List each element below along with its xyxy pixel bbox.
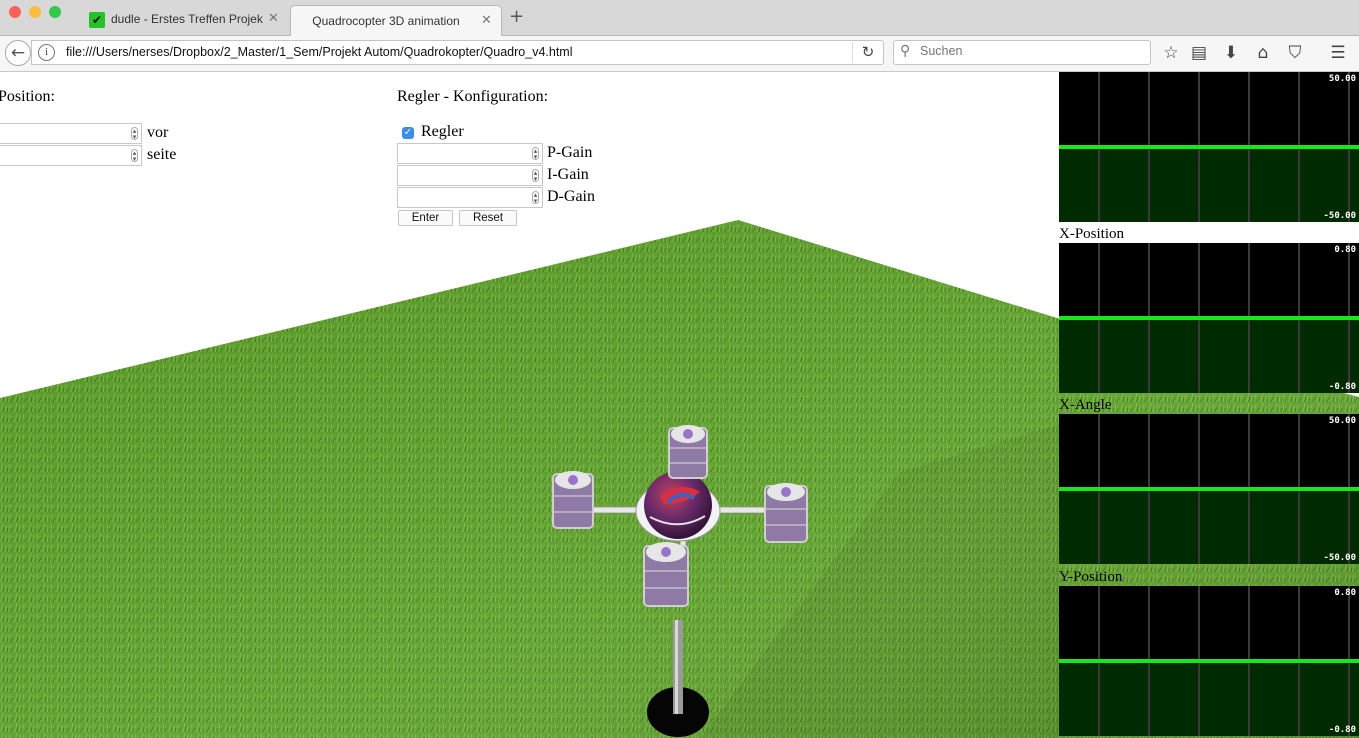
stepper-arrows-icon[interactable]: ▴ ▾ — [131, 127, 138, 141]
navigation-toolbar: ← i file:///Users/nerses/Dropbox/2_Maste… — [0, 36, 1359, 72]
graph-max-label: 0.80 — [1334, 245, 1356, 255]
d-gain-input[interactable]: ▴ ▾ — [397, 187, 543, 208]
close-window-button[interactable] — [9, 6, 21, 18]
tab-quadrocopter[interactable]: Quadrocopter 3D animation ✕ — [290, 5, 502, 37]
reading-list-icon[interactable]: ▤ — [1188, 42, 1210, 64]
graph-2: 0.80 -0.80 — [1059, 243, 1359, 393]
stepper-arrows-icon[interactable]: ▴ ▾ — [532, 147, 539, 161]
graph-1: 50.00 -50.00 — [1059, 72, 1359, 222]
home-icon[interactable]: ⌂ — [1252, 42, 1274, 64]
graph-plot — [1059, 586, 1359, 736]
url-bar[interactable]: i file:///Users/nerses/Dropbox/2_Master/… — [31, 40, 884, 65]
graph-4: 0.80 -0.80 — [1059, 586, 1359, 736]
position-seite-label: seite — [147, 146, 177, 163]
graph-plot — [1059, 414, 1359, 564]
tab-dudle[interactable]: ✔ dudle - Erstes Treffen Projekt ✕ — [80, 4, 285, 36]
stepper-arrows-icon[interactable]: ▴ ▾ — [532, 191, 539, 205]
controller-heading: Regler - Konfiguration: — [397, 88, 549, 105]
position-vor-label: vor — [147, 124, 169, 141]
graph-plot — [1059, 243, 1359, 393]
close-tab-icon[interactable]: ✕ — [481, 12, 492, 28]
enter-button[interactable]: Enter — [398, 210, 453, 226]
graph-min-label: -50.00 — [1323, 211, 1356, 221]
search-input[interactable] — [918, 43, 1142, 59]
bookmark-star-icon[interactable]: ☆ — [1160, 42, 1182, 64]
graph-caption: X-Position — [1059, 226, 1125, 242]
minimize-window-button[interactable] — [29, 6, 41, 18]
checkmark-favicon-icon: ✔ — [89, 12, 105, 28]
graph-fill — [1059, 489, 1359, 564]
i-gain-input[interactable]: ▴ ▾ — [397, 165, 543, 186]
graph-caption: Y-Position — [1059, 569, 1123, 585]
position-vor-input[interactable]: ▴ ▾ — [0, 123, 142, 144]
menu-icon[interactable]: ☰ — [1327, 42, 1349, 64]
position-heading: Position: — [0, 88, 55, 105]
back-arrow-icon[interactable]: ← — [5, 40, 31, 66]
regler-checkbox[interactable]: ✓ — [402, 127, 414, 139]
url-text[interactable]: file:///Users/nerses/Dropbox/2_Master/1_… — [66, 45, 572, 59]
graph-min-label: -50.00 — [1323, 553, 1356, 563]
regler-label: Regler — [421, 123, 464, 140]
graph-caption: X-Angle — [1059, 397, 1112, 413]
reset-button[interactable]: Reset — [459, 210, 517, 226]
tab-title: dudle - Erstes Treffen Projekt — [111, 12, 263, 26]
graph-max-label: 50.00 — [1328, 416, 1356, 426]
pocket-icon[interactable]: ⛉ — [1284, 42, 1306, 64]
graph-max-label: 50.00 — [1328, 74, 1356, 84]
close-tab-icon[interactable]: ✕ — [268, 10, 279, 26]
graph-fill — [1059, 318, 1359, 393]
tab-title: Quadrocopter 3D animation — [312, 14, 460, 28]
new-tab-icon[interactable]: + — [509, 6, 524, 27]
graph-plot — [1059, 72, 1359, 222]
info-icon[interactable]: i — [38, 44, 55, 61]
d-gain-label: D-Gain — [547, 188, 595, 205]
p-gain-label: P-Gain — [547, 144, 593, 161]
graph-fill — [1059, 147, 1359, 222]
reload-icon[interactable]: ↻ — [852, 42, 883, 63]
graph-min-label: -0.80 — [1328, 382, 1356, 392]
stepper-arrows-icon[interactable]: ▴ ▾ — [131, 149, 138, 163]
download-icon[interactable]: ⬇ — [1220, 42, 1242, 64]
p-gain-input[interactable]: ▴ ▾ — [397, 143, 543, 164]
i-gain-label: I-Gain — [547, 166, 589, 183]
graph-fill — [1059, 661, 1359, 736]
search-icon: ⚲ — [900, 43, 911, 59]
tab-bar: ✔ dudle - Erstes Treffen Projekt ✕ Quadr… — [0, 0, 1359, 37]
search-bar[interactable]: ⚲ — [893, 40, 1151, 65]
page-content: Position: ▴ ▾ vor ▴ ▾ seite Regler - Konfi… — [0, 72, 1359, 738]
zoom-window-button[interactable] — [49, 6, 61, 18]
graph-3: 50.00 -50.00 — [1059, 414, 1359, 564]
position-seite-input[interactable]: ▴ ▾ — [0, 145, 142, 166]
graph-max-label: 0.80 — [1334, 588, 1356, 598]
stepper-arrows-icon[interactable]: ▴ ▾ — [532, 169, 539, 183]
graph-min-label: -0.80 — [1328, 725, 1356, 735]
